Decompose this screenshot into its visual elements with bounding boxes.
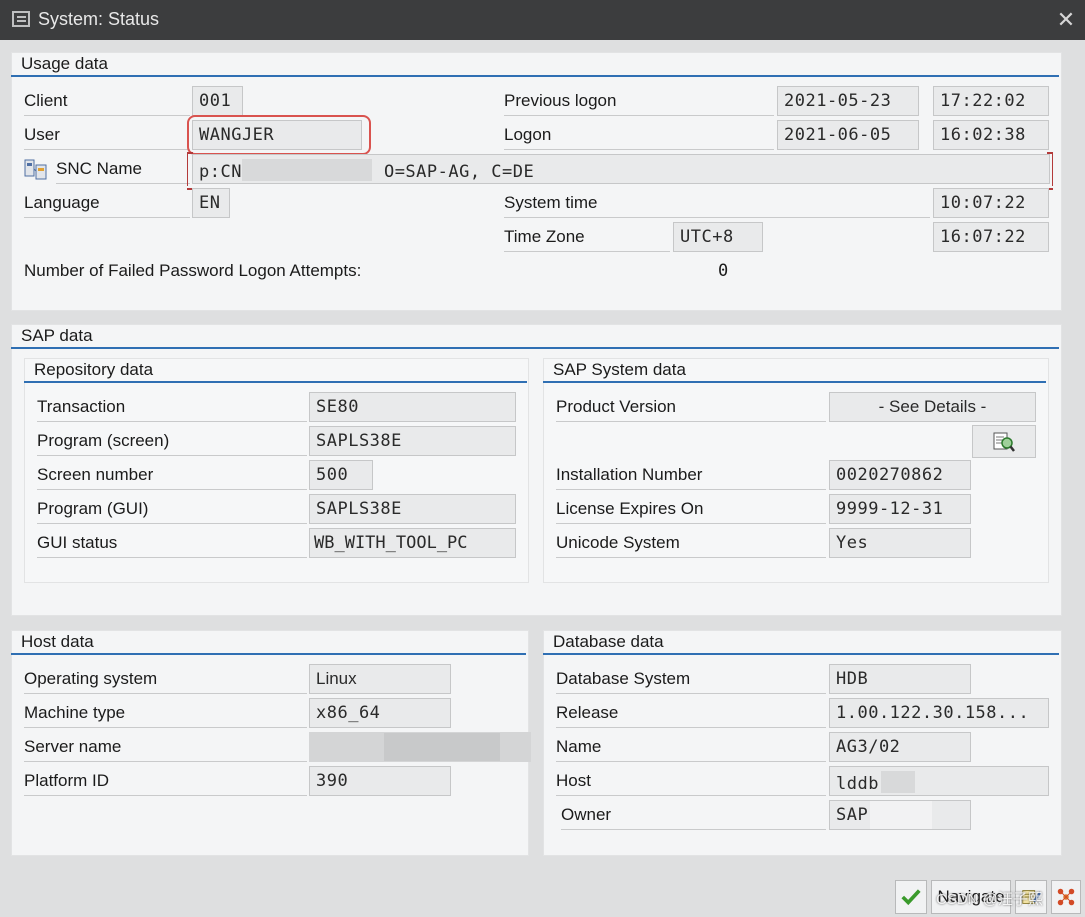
release-label: Release xyxy=(556,698,826,728)
details-icon-button[interactable] xyxy=(972,425,1036,458)
logon-time[interactable]: 16:02:38 xyxy=(933,120,1049,150)
operating-system-field[interactable]: Linux xyxy=(309,664,451,694)
screen-number-label: Screen number xyxy=(37,460,307,490)
snc-name-field[interactable]: p:CN O=SAP-AG, C=DE xyxy=(192,154,1050,184)
system-time-label: System time xyxy=(504,188,930,218)
client-label: Client xyxy=(24,86,190,116)
owner-label: Owner xyxy=(561,800,826,830)
unicode-system-label: Unicode System xyxy=(556,528,826,558)
host-data-title: Host data xyxy=(11,630,526,655)
checkmark-icon xyxy=(901,889,921,906)
logon-date[interactable]: 2021-06-05 xyxy=(777,120,919,150)
operating-system-label: Operating system xyxy=(24,664,307,694)
machine-type-label: Machine type xyxy=(24,698,307,728)
logon-label: Logon xyxy=(504,120,774,150)
platform-id-field[interactable]: 390 xyxy=(309,766,451,796)
snc-name-label: SNC Name xyxy=(56,154,190,184)
redacted-block xyxy=(241,159,372,181)
program-screen-label: Program (screen) xyxy=(37,426,307,456)
machine-type-field[interactable]: x86_64 xyxy=(309,698,451,728)
window-icon xyxy=(12,11,30,27)
usage-data-title: Usage data xyxy=(11,52,1059,77)
release-field[interactable]: 1.00.122.30.158... xyxy=(829,698,1049,728)
snc-network-icon xyxy=(24,159,47,180)
name-label: Name xyxy=(556,732,826,762)
host-label: Host xyxy=(556,766,826,796)
server-name-field[interactable] xyxy=(309,732,531,762)
transaction-label: Transaction xyxy=(37,392,307,422)
confirm-button[interactable] xyxy=(895,880,927,914)
program-gui-field[interactable]: SAPLS38E xyxy=(309,494,516,524)
screen-number-field[interactable]: 500 xyxy=(309,460,373,490)
sap-data-title: SAP data xyxy=(11,324,1059,349)
license-expires-label: License Expires On xyxy=(556,494,826,524)
network-nodes-icon xyxy=(1057,888,1075,906)
platform-id-label: Platform ID xyxy=(24,766,307,796)
previous-logon-label: Previous logon xyxy=(504,86,774,116)
gui-status-field[interactable]: WB_WITH_TOOL_PC xyxy=(309,528,516,558)
window-titlebar: System: Status ✕ xyxy=(0,0,1085,40)
watermark-text: CSDN @汪子熙 xyxy=(936,891,1043,908)
installation-number-label: Installation Number xyxy=(556,460,826,490)
installation-number-field[interactable]: 0020270862 xyxy=(829,460,971,490)
gui-status-label: GUI status xyxy=(37,528,307,558)
sap-system-data-title: SAP System data xyxy=(543,358,1046,383)
window-title: System: Status xyxy=(38,9,160,29)
failed-logon-value: 0 xyxy=(718,261,729,281)
language-field[interactable]: EN xyxy=(192,188,230,218)
unicode-system-field[interactable]: Yes xyxy=(829,528,971,558)
user-highlight xyxy=(187,115,371,155)
client-field[interactable]: 001 xyxy=(192,86,243,116)
name-field[interactable]: AG3/02 xyxy=(829,732,971,762)
repository-data-title: Repository data xyxy=(24,358,527,383)
database-data-title: Database data xyxy=(543,630,1059,655)
host-field[interactable]: lddb xyxy=(829,766,1049,796)
failed-logon-label: Number of Failed Password Logon Attempts… xyxy=(24,261,362,280)
previous-logon-time[interactable]: 17:22:02 xyxy=(933,86,1049,116)
user-label: User xyxy=(24,120,190,150)
program-gui-label: Program (GUI) xyxy=(37,494,307,524)
server-name-label: Server name xyxy=(24,732,307,762)
redacted-block xyxy=(384,733,500,761)
network-button[interactable] xyxy=(1051,880,1081,914)
language-label: Language xyxy=(24,188,190,218)
product-version-label: Product Version xyxy=(556,392,826,422)
time-zone-time[interactable]: 16:07:22 xyxy=(933,222,1049,252)
program-screen-field[interactable]: SAPLS38E xyxy=(309,426,516,456)
redacted-block xyxy=(880,771,915,793)
system-time-field[interactable]: 10:07:22 xyxy=(933,188,1049,218)
time-zone-field[interactable]: UTC+8 xyxy=(673,222,763,252)
owner-field[interactable]: SAP xyxy=(829,800,971,830)
previous-logon-date[interactable]: 2021-05-23 xyxy=(777,86,919,116)
redacted-block xyxy=(870,801,932,829)
time-zone-label: Time Zone xyxy=(504,222,670,252)
transaction-field[interactable]: SE80 xyxy=(309,392,516,422)
database-system-field[interactable]: HDB xyxy=(829,664,971,694)
license-expires-field[interactable]: 9999-12-31 xyxy=(829,494,971,524)
database-system-label: Database System xyxy=(556,664,826,694)
product-version-field[interactable]: - See Details - xyxy=(829,392,1036,422)
close-icon[interactable]: ✕ xyxy=(1053,6,1079,34)
magnify-details-icon xyxy=(993,432,1015,452)
